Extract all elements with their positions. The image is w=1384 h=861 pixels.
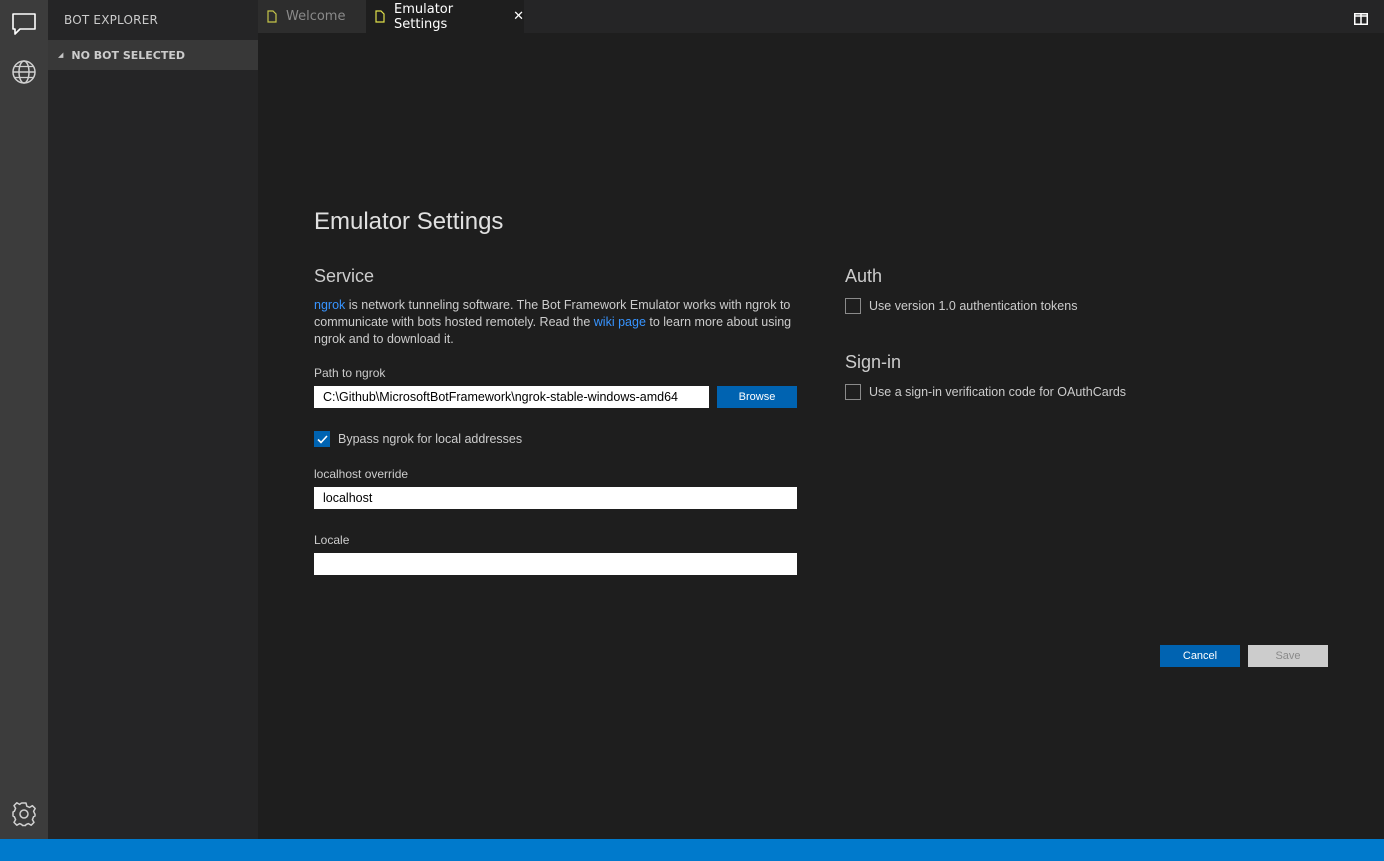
signin-code-label: Use a sign-in verification code for OAut… [869, 385, 1127, 399]
signin-code-row: Use a sign-in verification code for OAut… [845, 384, 1126, 400]
page-title: Emulator Settings [314, 208, 504, 235]
tab-strip: Welcome Emulator Settings ✕ [258, 0, 1384, 33]
save-button[interactable]: Save [1248, 645, 1328, 667]
split-editor-icon[interactable] [1354, 10, 1368, 25]
locale-label: Locale [314, 533, 350, 547]
auth-token-row: Use version 1.0 authentication tokens [845, 298, 1077, 314]
locale-input[interactable] [314, 553, 797, 575]
bypass-ngrok-checkbox[interactable] [314, 431, 330, 447]
no-bot-section-header[interactable]: ◢ NO BOT SELECTED [48, 40, 258, 70]
tab-welcome[interactable]: Welcome [258, 0, 366, 33]
service-heading: Service [314, 266, 375, 286]
ngrok-link[interactable]: ngrok [314, 298, 345, 312]
path-to-ngrok-label: Path to ngrok [314, 366, 386, 380]
close-icon[interactable]: ✕ [513, 9, 524, 24]
file-icon [375, 10, 385, 23]
editor-area: Welcome Emulator Settings ✕ Emulator Set… [258, 0, 1384, 839]
section-label: NO BOT SELECTED [71, 48, 186, 62]
chat-icon[interactable] [0, 0, 48, 48]
browse-button[interactable]: Browse [717, 386, 797, 408]
auth-token-label: Use version 1.0 authentication tokens [869, 299, 1078, 313]
ngrok-path-input[interactable]: C:\Github\MicrosoftBotFramework\ngrok-st… [314, 386, 709, 408]
localhost-override-input[interactable]: localhost [314, 487, 797, 509]
status-bar [0, 839, 1384, 861]
localhost-override-label: localhost override [314, 467, 409, 481]
gear-icon[interactable] [0, 790, 48, 838]
cancel-button[interactable]: Cancel [1160, 645, 1240, 667]
tab-label: Emulator Settings [394, 1, 454, 32]
tab-emulator-settings[interactable]: Emulator Settings ✕ [366, 0, 524, 33]
tab-label: Welcome [286, 9, 346, 24]
signin-code-checkbox[interactable] [845, 384, 861, 400]
globe-icon[interactable] [0, 48, 48, 96]
sidebar-title: BOT EXPLORER [64, 13, 159, 27]
bypass-ngrok-label: Bypass ngrok for local addresses [338, 432, 523, 446]
activity-bar [0, 0, 48, 839]
auth-token-checkbox[interactable] [845, 298, 861, 314]
service-description: ngrok is network tunneling software. The… [314, 297, 804, 348]
bypass-ngrok-row: Bypass ngrok for local addresses [314, 431, 522, 447]
auth-heading: Auth [845, 266, 883, 286]
signin-heading: Sign-in [845, 352, 902, 372]
file-icon [267, 10, 277, 23]
collapse-triangle-icon: ◢ [58, 51, 64, 59]
wiki-page-link[interactable]: wiki page [594, 315, 646, 329]
app-window: BOT EXPLORER ◢ NO BOT SELECTED Welcome E… [0, 0, 1384, 861]
bot-explorer-panel: BOT EXPLORER ◢ NO BOT SELECTED [48, 0, 258, 839]
